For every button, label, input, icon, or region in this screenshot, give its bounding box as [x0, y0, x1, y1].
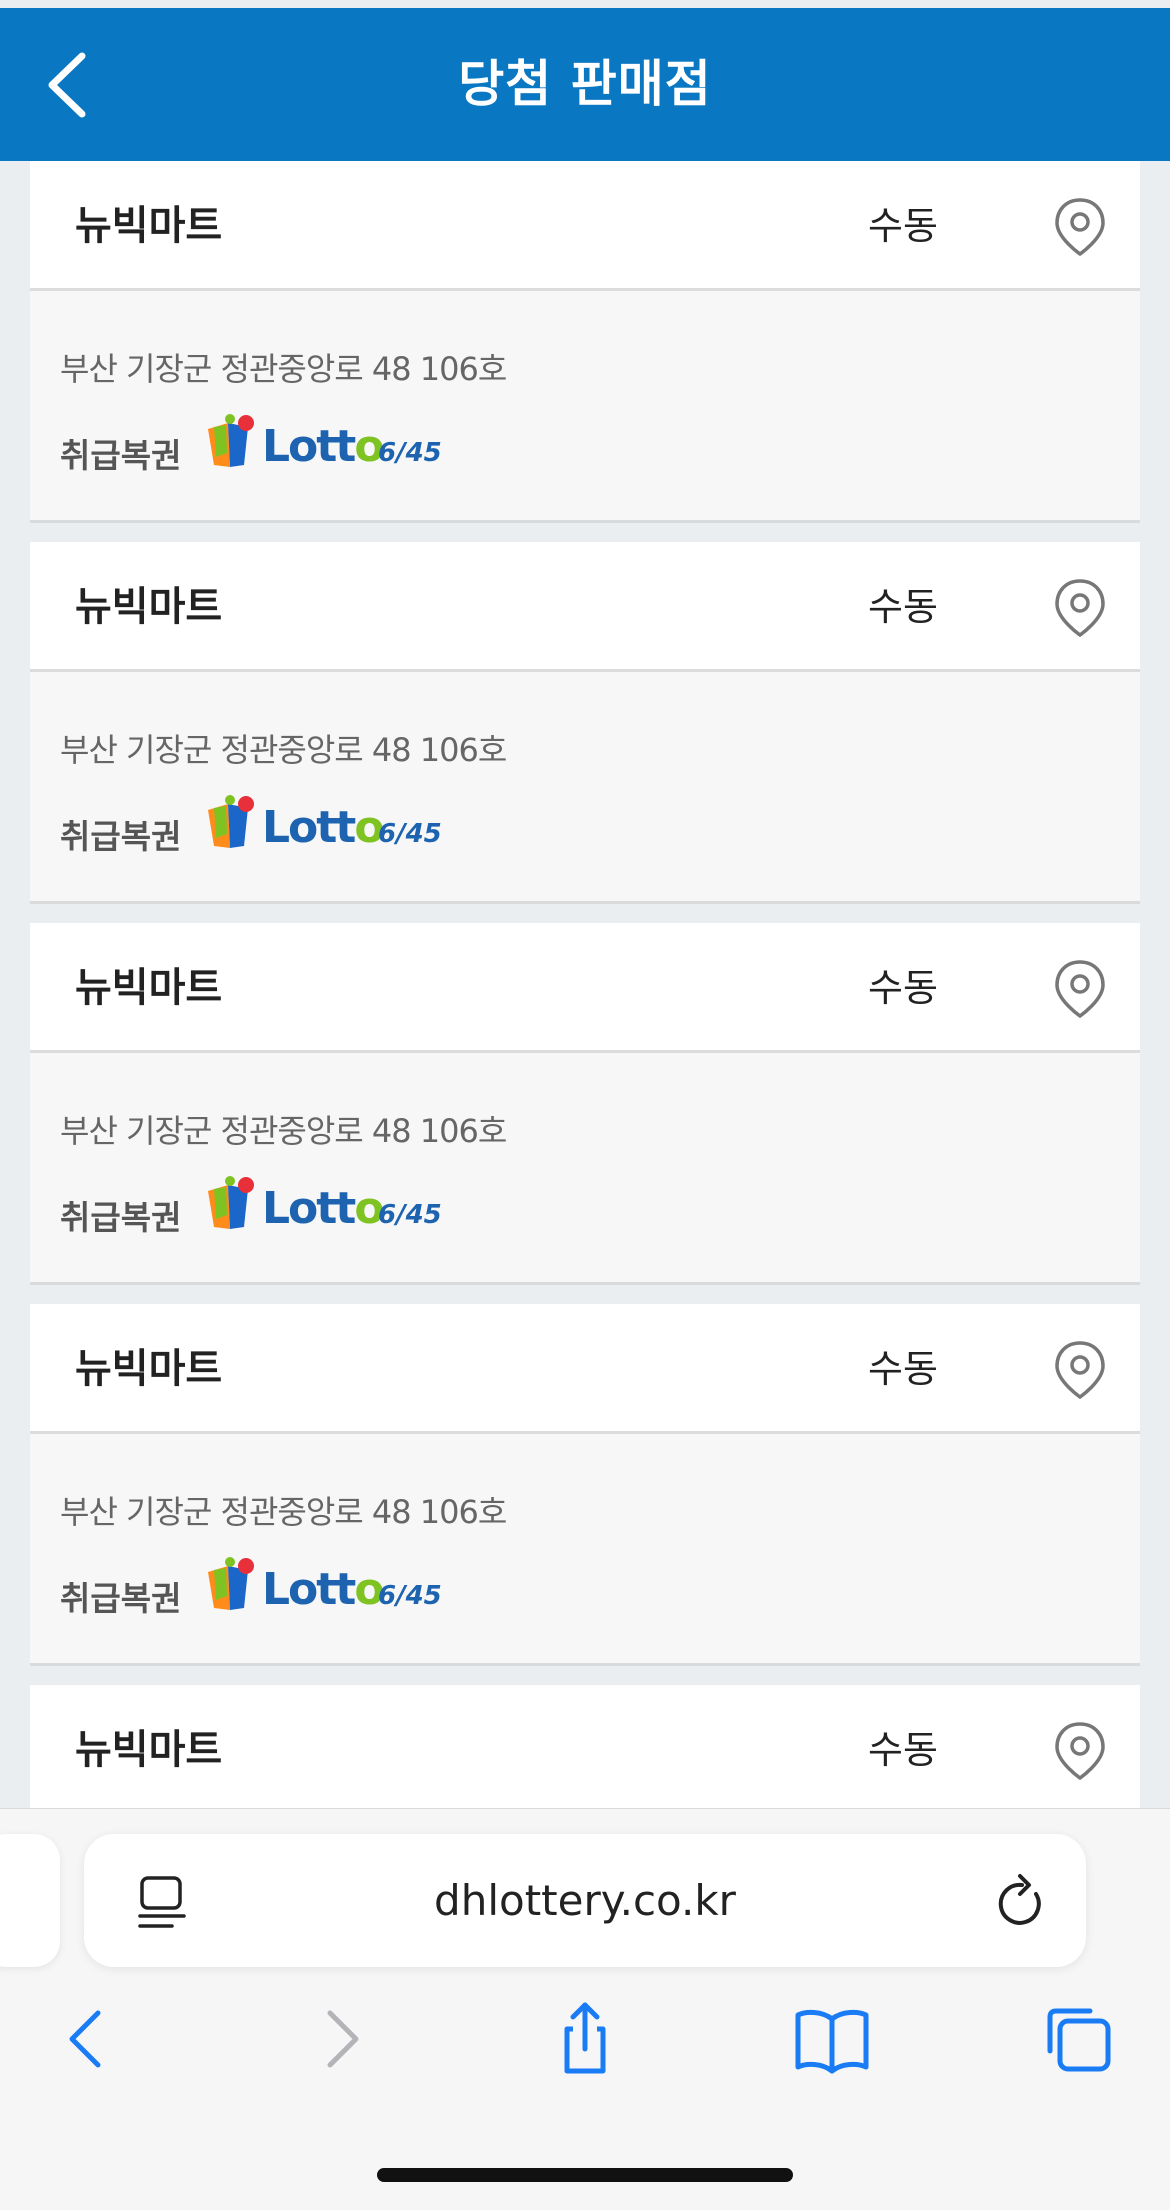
store-address: 부산 기장군 정관중앙로 48 106호: [60, 350, 507, 388]
map-pin-icon[interactable]: [1050, 1339, 1110, 1401]
purchase-method: 수동: [868, 1347, 938, 1391]
bookmarks-icon[interactable]: [792, 1999, 872, 2079]
reload-icon[interactable]: [992, 1872, 1048, 1932]
purchase-method: 수동: [868, 1728, 938, 1772]
map-pin-icon[interactable]: [1050, 196, 1110, 258]
lotto-645-logo: Lotto 6/45: [200, 792, 442, 862]
purchase-method: 수동: [868, 204, 938, 248]
store-name: 뉴빅마트: [75, 203, 223, 249]
store-card: 뉴빅마트 수동 부산 기장군 정관중앙로 48 106호 취급복권 Lotto …: [30, 923, 1140, 1285]
home-indicator: [377, 2168, 793, 2182]
url-text: dhlottery.co.kr: [434, 1876, 736, 1925]
address-bar[interactable]: dhlottery.co.kr: [84, 1834, 1086, 1967]
store-card-header[interactable]: 뉴빅마트 수동: [30, 1685, 1140, 1815]
store-card: 뉴빅마트 수동: [30, 1685, 1140, 1815]
purchase-method: 수동: [868, 966, 938, 1010]
lotto-645-logo: Lotto 6/45: [200, 411, 442, 481]
store-card: 뉴빅마트 수동 부산 기장군 정관중앙로 48 106호 취급복권 Lotto …: [30, 542, 1140, 904]
store-address: 부산 기장군 정관중앙로 48 106호: [60, 1493, 507, 1531]
store-card-header[interactable]: 뉴빅마트 수동: [30, 1304, 1140, 1434]
map-pin-icon[interactable]: [1050, 1720, 1110, 1782]
store-card-header[interactable]: 뉴빅마트 수동: [30, 161, 1140, 291]
store-name: 뉴빅마트: [75, 1727, 223, 1773]
ticket-type-label: 취급복권: [60, 817, 182, 856]
lotto-645-logo: Lotto 6/45: [200, 1554, 442, 1624]
previous-tab-stub[interactable]: [0, 1834, 60, 1967]
store-card-header[interactable]: 뉴빅마트 수동: [30, 542, 1140, 672]
store-name: 뉴빅마트: [75, 965, 223, 1011]
ticket-type-label: 취급복권: [60, 1579, 182, 1618]
purchase-method: 수동: [868, 585, 938, 629]
map-pin-icon[interactable]: [1050, 958, 1110, 1020]
map-pin-icon[interactable]: [1050, 577, 1110, 639]
back-arrow-icon[interactable]: [48, 1999, 128, 2079]
app-header: 당첨 판매점: [0, 8, 1170, 161]
ticket-type-label: 취급복권: [60, 436, 182, 475]
store-name: 뉴빅마트: [75, 584, 223, 630]
store-card-header[interactable]: 뉴빅마트 수동: [30, 923, 1140, 1053]
lotto-645-logo: Lotto 6/45: [200, 1173, 442, 1243]
store-address: 부산 기장군 정관중앙로 48 106호: [60, 731, 507, 769]
store-card: 뉴빅마트 수동 부산 기장군 정관중앙로 48 106호 취급복권 Lotto …: [30, 161, 1140, 523]
store-name: 뉴빅마트: [75, 1346, 223, 1392]
forward-arrow-icon[interactable]: [300, 1999, 380, 2079]
browser-toolbar: dhlottery.co.kr: [0, 1808, 1170, 2210]
tabs-icon[interactable]: [1038, 1999, 1118, 2079]
store-address: 부산 기장군 정관중앙로 48 106호: [60, 1112, 507, 1150]
ticket-type-label: 취급복권: [60, 1198, 182, 1237]
page-title: 당첨 판매점: [458, 55, 712, 113]
store-card: 뉴빅마트 수동 부산 기장군 정관중앙로 48 106호 취급복권 Lotto …: [30, 1304, 1140, 1666]
share-icon[interactable]: [545, 1999, 625, 2079]
